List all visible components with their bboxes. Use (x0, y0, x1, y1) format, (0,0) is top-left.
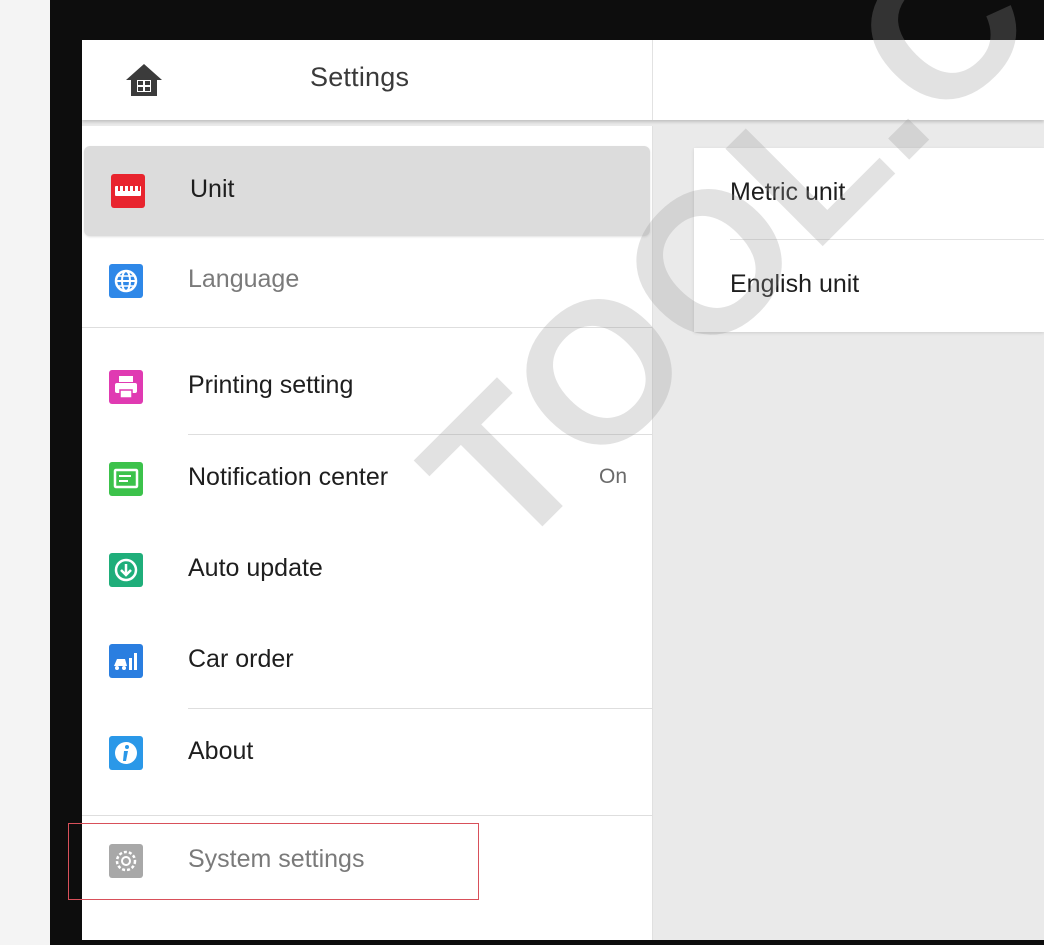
message-icon (109, 462, 143, 496)
sidebar-item-label: Language (188, 265, 300, 293)
car-chart-icon (109, 644, 143, 678)
option-metric-unit[interactable]: Metric unit (694, 148, 1044, 240)
header-divider (652, 40, 653, 120)
sidebar-item-language[interactable]: Language (82, 236, 652, 326)
option-label: English unit (730, 270, 860, 298)
notification-status-value: On (598, 465, 627, 488)
sidebar-item-notification-center[interactable]: Notification center On (82, 434, 652, 524)
header-bar: Settings (82, 40, 1044, 120)
option-english-unit[interactable]: English unit (694, 240, 1044, 332)
sidebar-item-label: System settings (188, 845, 365, 873)
globe-icon (109, 264, 143, 298)
sidebar-item-unit[interactable]: Unit (84, 146, 650, 236)
group-divider (82, 327, 652, 328)
sidebar-item-label: Notification center (188, 463, 389, 491)
sidebar-item-system-settings[interactable]: System settings (82, 816, 652, 906)
download-icon (109, 553, 143, 587)
device-screen: Settings Unit Language Printing setting … (82, 40, 1044, 940)
page-margin (0, 0, 50, 945)
printer-icon (109, 370, 143, 404)
sidebar-item-label: Unit (190, 175, 235, 203)
sidebar-item-auto-update[interactable]: Auto update (82, 525, 652, 615)
sidebar-item-label: Car order (188, 645, 294, 673)
settings-sidebar: Unit Language Printing setting Notificat… (82, 126, 653, 940)
sidebar-item-car-order[interactable]: Car order (82, 616, 652, 706)
sidebar-item-about[interactable]: About (82, 708, 652, 798)
sidebar-item-label: Auto update (188, 554, 323, 582)
gear-icon (109, 844, 143, 878)
home-button[interactable] (122, 58, 166, 102)
page-title: Settings (310, 62, 410, 92)
ruler-icon (111, 174, 145, 208)
option-label: Metric unit (730, 178, 846, 206)
home-icon (126, 64, 162, 96)
sidebar-item-label: About (188, 737, 254, 765)
info-icon (109, 736, 143, 770)
unit-options-card: Metric unit English unit (694, 148, 1044, 332)
sidebar-item-printing-setting[interactable]: Printing setting (82, 342, 652, 432)
sidebar-item-label: Printing setting (188, 371, 354, 399)
